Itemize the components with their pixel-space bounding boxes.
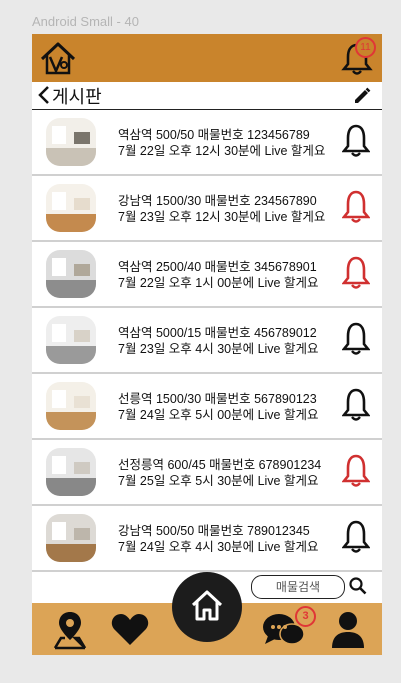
listing-row[interactable]: 선정릉역 600/45 매물번호 678901234 7월 25일 오후 5시 3… — [32, 440, 382, 506]
chat-badge: 3 — [295, 606, 316, 627]
listing-list: 역삼역 500/50 매물번호 123456789 7월 22일 오후 12시 3… — [32, 110, 382, 572]
room-thumbnail-image — [46, 316, 96, 364]
bell-icon[interactable] — [342, 519, 370, 555]
listing-schedule: 7월 24일 오후 5시 00분에 Live 할게요 — [118, 408, 319, 422]
map-location-icon[interactable] — [52, 610, 88, 650]
house-logo-icon[interactable] — [38, 39, 78, 77]
listing-row[interactable]: 역삼역 5000/15 매물번호 456789012 7월 23일 오후 4시 3… — [32, 308, 382, 374]
listing-row[interactable]: 강남역 1500/30 매물번호 234567890 7월 23일 오후 12시 … — [32, 176, 382, 242]
listing-title: 역삼역 500/50 매물번호 123456789 — [118, 128, 310, 142]
home-button[interactable] — [172, 572, 242, 642]
listing-schedule: 7월 22일 오후 12시 30분에 Live 할게요 — [118, 144, 326, 158]
bell-alert-on-icon[interactable] — [342, 453, 370, 489]
room-thumbnail-image — [46, 118, 96, 166]
listing-schedule: 7월 25일 오후 5시 30분에 Live 할게요 — [118, 474, 319, 488]
notification-badge: 11 — [355, 37, 376, 58]
title-bar: 게시판 — [32, 82, 382, 110]
frame-label: Android Small - 40 — [32, 14, 139, 29]
profile-icon[interactable] — [330, 610, 366, 650]
listing-schedule: 7월 22일 오후 1시 00분에 Live 할게요 — [118, 276, 319, 290]
search-icon[interactable] — [348, 576, 368, 596]
listing-row[interactable]: 역삼역 2500/40 매물번호 345678901 7월 22일 오후 1시 0… — [32, 242, 382, 308]
room-thumbnail-image — [46, 514, 96, 562]
room-thumbnail-image — [46, 250, 96, 298]
listing-text: 역삼역 500/50 매물번호 123456789 7월 22일 오후 12시 3… — [118, 127, 325, 159]
page-title: 게시판 — [52, 87, 102, 107]
search-input[interactable]: 매물검색 — [251, 575, 345, 599]
room-thumbnail-image — [46, 382, 96, 430]
listing-text: 역삼역 2500/40 매물번호 345678901 7월 22일 오후 1시 0… — [118, 259, 318, 291]
listing-schedule: 7월 23일 오후 4시 30분에 Live 할게요 — [118, 342, 319, 356]
listing-title: 역삼역 5000/15 매물번호 456789012 — [118, 326, 317, 340]
listing-row[interactable]: 역삼역 500/50 매물번호 123456789 7월 22일 오후 12시 3… — [32, 110, 382, 176]
app-header: 11 — [32, 34, 382, 82]
listing-text: 강남역 500/50 매물번호 789012345 7월 24일 오후 4시 30… — [118, 523, 318, 555]
listing-text: 강남역 1500/30 매물번호 234567890 7월 23일 오후 12시 … — [118, 193, 325, 225]
bell-icon[interactable] — [342, 321, 370, 357]
home-icon — [191, 590, 223, 621]
listing-text: 역삼역 5000/15 매물번호 456789012 7월 23일 오후 4시 3… — [118, 325, 318, 357]
bell-alert-on-icon[interactable] — [342, 189, 370, 225]
room-thumbnail-image — [46, 184, 96, 232]
bell-icon[interactable] — [342, 387, 370, 423]
listing-schedule: 7월 24일 오후 4시 30분에 Live 할게요 — [118, 540, 319, 554]
listing-title: 강남역 1500/30 매물번호 234567890 — [118, 194, 317, 208]
back-arrow-icon[interactable] — [36, 84, 52, 106]
listing-row[interactable]: 선릉역 1500/30 매물번호 567890123 7월 24일 오후 5시 0… — [32, 374, 382, 440]
listing-title: 선정릉역 600/45 매물번호 678901234 — [118, 458, 322, 472]
listing-text: 선정릉역 600/45 매물번호 678901234 7월 25일 오후 5시 3… — [118, 457, 321, 489]
bell-icon[interactable] — [342, 123, 370, 159]
listing-text: 선릉역 1500/30 매물번호 567890123 7월 24일 오후 5시 0… — [118, 391, 318, 423]
listing-title: 역삼역 2500/40 매물번호 345678901 — [118, 260, 317, 274]
edit-pencil-icon[interactable] — [352, 86, 372, 106]
listing-schedule: 7월 23일 오후 12시 30분에 Live 할게요 — [118, 210, 326, 224]
heart-icon[interactable] — [110, 611, 150, 647]
listing-title: 선릉역 1500/30 매물번호 567890123 — [118, 392, 317, 406]
phone-screen: 11 게시판 역삼역 500/50 매물번호 123456789 7월 22일 오… — [32, 34, 382, 655]
listing-title: 강남역 500/50 매물번호 789012345 — [118, 524, 310, 538]
room-thumbnail-image — [46, 448, 96, 496]
bell-alert-on-icon[interactable] — [342, 255, 370, 291]
listing-row[interactable]: 강남역 500/50 매물번호 789012345 7월 24일 오후 4시 30… — [32, 506, 382, 572]
